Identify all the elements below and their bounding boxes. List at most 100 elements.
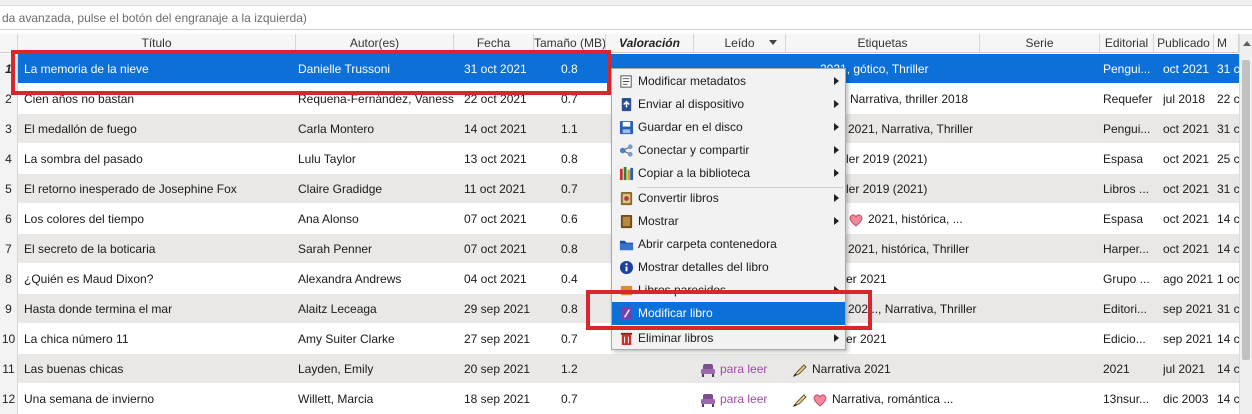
menu-label: Enviar al dispositivo <box>638 97 745 111</box>
cell-publisher: 13nsur... <box>1103 392 1150 406</box>
menu-item-share[interactable]: Conectar y compartir <box>612 139 845 162</box>
cell-tags: Narrativa, romántica ... <box>792 384 980 414</box>
cell-tags-text: Narrativa 2021 <box>812 362 891 376</box>
cell-extra: 31 c <box>1217 182 1239 196</box>
cell-extra: 14 c <box>1217 242 1239 256</box>
cell-date: 13 oct 2021 <box>464 152 527 166</box>
menu-label: Mostrar <box>638 214 679 228</box>
menu-item-edit-metadata[interactable]: Modificar metadatos <box>612 70 845 93</box>
cell-extra: 14 c <box>1217 332 1239 346</box>
cell-date: 07 oct 2021 <box>464 212 527 226</box>
cell-extra: 1 oc <box>1217 272 1239 286</box>
cell-size: 0.6 <box>561 212 578 226</box>
menu-item-open-folder[interactable]: Abrir carpeta contenedora <box>612 233 845 256</box>
submenu-arrow-icon <box>834 194 839 202</box>
cell-published: sep 2021 <box>1163 332 1213 346</box>
header-read[interactable]: Leído <box>694 34 786 53</box>
cell-tags: 2021, histórica, ... <box>848 204 980 234</box>
cell-date: 14 oct 2021 <box>464 122 527 136</box>
submenu-arrow-icon <box>834 123 839 131</box>
cell-published: jul 2018 <box>1163 92 1206 106</box>
cell-publisher: Pengui... <box>1103 62 1151 76</box>
heart-icon <box>849 214 863 227</box>
cell-title: Una semana de invierno <box>24 392 155 406</box>
read-status: para leer <box>720 362 768 376</box>
header-extra[interactable]: M <box>1214 34 1239 53</box>
row-number: 7 <box>0 234 18 264</box>
cell-title: La chica número 11 <box>24 332 129 346</box>
menu-label: Mostrar detalles del libro <box>638 260 769 274</box>
cell-publisher: Editori... <box>1103 302 1148 316</box>
cell-title: Hasta donde termina el mar <box>24 302 173 316</box>
cell-author: Alaitz Leceaga <box>298 302 377 316</box>
submenu-arrow-icon <box>834 217 839 225</box>
calibre-library-window: da avanzada, pulse el botón del engranaj… <box>0 0 1252 414</box>
cell-extra: 14 c <box>1217 392 1239 406</box>
menu-label: Modificar metadatos <box>638 74 747 88</box>
menu-item-delete[interactable]: Eliminar libros <box>612 327 845 350</box>
read-status: para leer <box>720 392 768 406</box>
row-number: 8 <box>0 264 18 294</box>
search-bar[interactable]: da avanzada, pulse el botón del engranaj… <box>0 6 1252 30</box>
armchair-icon <box>701 393 715 407</box>
cell-date: 27 sep 2021 <box>464 332 531 346</box>
submenu-arrow-icon <box>834 146 839 154</box>
menu-item-save-disk[interactable]: Guardar en el disco <box>612 116 845 139</box>
cell-size: 1.2 <box>561 362 578 376</box>
edit-metadata-icon <box>620 75 632 88</box>
cell-publisher: Requefer <box>1103 92 1153 106</box>
menu-label: Guardar en el disco <box>638 120 743 134</box>
menu-label: Copiar a la biblioteca <box>638 166 751 180</box>
search-placeholder: da avanzada, pulse el botón del engranaj… <box>2 11 307 25</box>
cell-author: Lulu Taylor <box>298 152 356 166</box>
cell-published: oct 2021 <box>1163 182 1210 196</box>
cell-title: El retorno inesperado de Josephine Fox <box>24 182 237 196</box>
header-published[interactable]: Publicado <box>1154 34 1214 53</box>
scroll-up-icon[interactable] <box>1243 41 1251 46</box>
cell-published: dic 2003 <box>1163 392 1209 406</box>
menu-item-book-details[interactable]: Mostrar detalles del libro <box>612 256 845 279</box>
table-row[interactable]: 12 Una semana de invierno Willett, Marci… <box>0 384 1252 414</box>
cell-extra: 22 c <box>1217 92 1239 106</box>
menu-item-view[interactable]: Mostrar <box>612 210 845 233</box>
cell-extra: 14 c <box>1217 362 1239 376</box>
submenu-arrow-icon <box>834 169 839 177</box>
cell-publisher: Espasa <box>1103 152 1144 166</box>
cell-published: oct 2021 <box>1163 122 1210 136</box>
cell-extra: 25 c <box>1217 152 1239 166</box>
header-rating[interactable]: Valoración <box>606 34 694 53</box>
menu-label: Convertir libros <box>638 191 719 205</box>
menu-label: Conectar y compartir <box>638 143 750 157</box>
menu-item-copy-library[interactable]: Copiar a la biblioteca <box>612 162 845 185</box>
header-tags[interactable]: Etiquetas <box>786 34 980 53</box>
cell-published: oct 2021 <box>1163 212 1210 226</box>
header-publisher[interactable]: Editorial <box>1100 34 1154 53</box>
scroll-thumb[interactable] <box>1242 60 1250 360</box>
cell-publisher: Pengui... <box>1103 122 1151 136</box>
cell-author: Ana Alonso <box>298 212 359 226</box>
cell-extra: 31 c <box>1217 62 1239 76</box>
cell-published: ago 2021 <box>1163 272 1213 286</box>
cell-published: oct 2021 <box>1163 242 1210 256</box>
cell-tags: ler 2019 (2021) <box>846 182 928 196</box>
send-device-icon <box>621 97 632 112</box>
cell-extra: 31 c <box>1217 122 1239 136</box>
row-number: 4 <box>0 144 18 174</box>
menu-item-send-device[interactable]: Enviar al dispositivo <box>612 93 845 116</box>
vertical-scrollbar[interactable] <box>1239 34 1252 414</box>
trash-icon <box>620 332 633 346</box>
cell-published: oct 2021 <box>1163 62 1210 76</box>
menu-label: Eliminar libros <box>638 331 714 345</box>
table-row[interactable]: 11 Las buenas chicas Layden, Emily 20 se… <box>0 354 1252 384</box>
cell-author: Amy Suiter Clarke <box>298 332 395 346</box>
cell-date: 29 sep 2021 <box>464 302 531 316</box>
cell-date: 20 sep 2021 <box>464 362 531 376</box>
cell-size: 0.7 <box>561 392 578 406</box>
header-series[interactable]: Serie <box>980 34 1100 53</box>
row-number: 6 <box>0 204 18 234</box>
menu-item-convert[interactable]: Convertir libros <box>612 187 845 210</box>
cell-tags: ler 2019 (2021) <box>846 152 928 166</box>
submenu-arrow-icon <box>834 100 839 108</box>
cell-title: Las buenas chicas <box>24 362 124 376</box>
cell-publisher: Edicio... <box>1103 332 1146 346</box>
